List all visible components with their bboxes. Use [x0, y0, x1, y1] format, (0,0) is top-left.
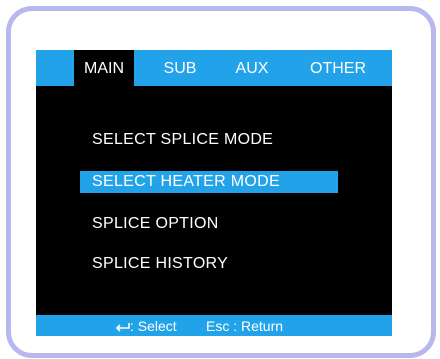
tab-main[interactable]: MAIN: [74, 50, 134, 86]
select-hint: : Select: [130, 318, 177, 334]
tab-aux[interactable]: AUX: [226, 50, 278, 86]
lcd-screen: MAIN SUB AUX OTHER SELECT SPLICE MODE SE…: [36, 50, 392, 336]
tab-sub[interactable]: SUB: [154, 50, 206, 86]
esc-return-hint: Esc : Return: [206, 318, 284, 334]
menu-item-select-splice-mode[interactable]: SELECT SPLICE MODE: [88, 129, 277, 151]
menu-item-splice-history[interactable]: SPLICE HISTORY: [88, 253, 232, 275]
tab-bar: MAIN SUB AUX OTHER: [36, 50, 392, 86]
menu-item-splice-option[interactable]: SPLICE OPTION: [88, 213, 223, 235]
menu-item-select-heater-mode[interactable]: SELECT HEATER MODE: [80, 171, 338, 193]
tab-other[interactable]: OTHER: [300, 50, 376, 86]
footer-hint-bar: : Select Esc : Return: [36, 315, 392, 336]
